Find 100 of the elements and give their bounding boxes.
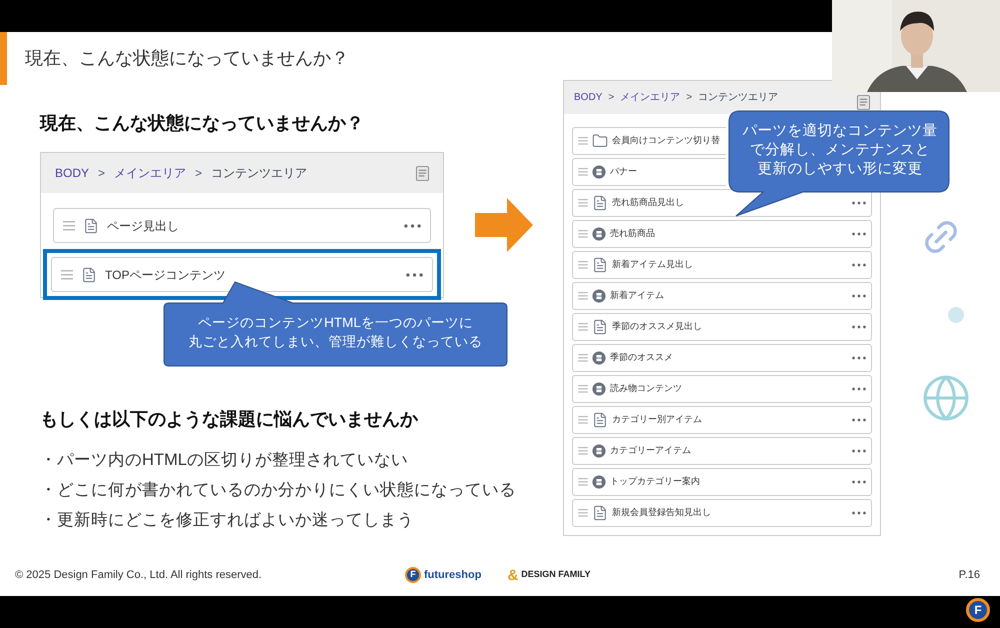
drag-handle-icon[interactable] [578,508,588,517]
brand-badge[interactable]: F [966,598,990,622]
breadcrumb-link[interactable]: メインエリア [620,90,680,105]
part-label: カテゴリーアイテム [610,444,691,457]
part-label: TOPページコンテンツ [105,266,226,284]
part-row[interactable]: 新着アイテム [572,282,872,310]
more-icon[interactable] [852,418,866,422]
part-label: 売れ筋商品 [610,227,655,240]
breadcrumb-link[interactable]: BODY [574,90,602,105]
document-icon [592,412,608,428]
drag-handle-icon[interactable] [578,354,588,362]
drag-handle-icon[interactable] [578,198,588,207]
accent-bar [0,32,7,85]
part-label: 売れ筋商品見出し [612,196,684,209]
more-icon[interactable] [852,356,866,360]
more-icon[interactable] [852,232,866,236]
part-row[interactable]: カテゴリーアイテム [572,437,872,464]
drag-handle-icon[interactable] [578,260,588,269]
module-icon [592,288,606,303]
document-icon [83,218,99,234]
more-icon[interactable] [404,224,421,228]
module-icon [592,474,606,489]
breadcrumb-link[interactable]: BODY [55,164,90,182]
more-icon[interactable] [852,262,866,267]
drag-handle-icon[interactable] [578,478,588,486]
drag-handle-icon[interactable] [578,168,588,176]
document-icon [592,194,608,211]
more-icon[interactable] [852,448,866,453]
more-icon[interactable] [852,510,866,515]
part-row[interactable]: 会員向けコンテンツ切り替 [572,127,726,154]
part-row[interactable]: 売れ筋商品 [572,220,872,248]
more-icon[interactable] [852,480,866,484]
bullet-text: ・パーツ内のHTMLの区切りが整理されていない [40,450,409,471]
more-icon[interactable] [852,200,866,205]
callout-text: パーツを適切なコンテンツ量 で分解し、メンテナンスと 更新のしやすい形に変更 [742,122,938,179]
breadcrumb-separator: > [608,91,614,105]
part-row[interactable]: トップカテゴリー案内 [572,468,872,496]
drag-handle-icon[interactable] [61,270,73,280]
dot-icon [948,307,964,323]
more-icon[interactable] [852,294,866,298]
drag-handle-icon[interactable] [63,220,75,230]
module-icon [592,382,606,396]
arrow-icon [475,198,533,252]
drag-handle-icon[interactable] [578,416,588,424]
copyright-text: © 2025 Design Family Co., Ltd. All rights reserved. [15,568,263,583]
folder-icon [592,132,608,149]
part-label: カテゴリー別アイテム [612,413,702,426]
breadcrumb-separator: > [195,165,202,182]
part-label: 読み物コンテンツ [610,382,682,395]
drag-handle-icon[interactable] [578,446,588,455]
section-heading: 現在、こんな状態になっていませんか？ [40,112,365,135]
part-label: 会員向けコンテンツ切り替 [612,134,720,147]
drag-handle-icon[interactable] [578,292,588,300]
breadcrumb-separator: > [98,165,106,182]
note-icon[interactable] [416,166,429,180]
brand-logo: F futureshop [405,566,482,584]
breadcrumb-link[interactable]: メインエリア [114,164,186,182]
note-icon[interactable] [857,95,870,110]
module-icon [592,226,606,241]
page-number: P.16 [958,568,980,583]
part-label: ページ見出し [107,218,180,234]
part-label: 季節のオススメ [610,351,673,364]
module-icon [592,350,606,365]
part-label: 新規会員登録告知見出し [612,506,711,519]
module-icon [592,444,606,458]
globe-icon [921,373,971,423]
more-icon[interactable] [852,324,866,329]
part-label: 新着アイテム [610,289,664,302]
part-label: トップカテゴリー案内 [610,475,700,488]
bullet-text: ・どこに何が書かれているのか分かりにくい状態になっている [40,480,517,501]
breadcrumb-separator: > [686,91,692,105]
document-icon [592,504,608,521]
module-icon [592,164,606,179]
slide-title: 現在、こんな状態になっていませんか？ [25,47,349,70]
breadcrumb-current: コンテンツエリア [211,165,308,182]
drag-handle-icon[interactable] [578,384,588,393]
document-icon [81,266,97,282]
part-row[interactable]: 読み物コンテンツ [572,375,872,402]
part-label: 季節のオススメ見出し [612,320,702,333]
breadcrumb-current: コンテンツエリア [698,91,778,105]
section-heading: もしくは以下のような課題に悩んでいませんか [40,408,419,431]
document-icon [592,318,608,335]
document-icon [592,256,608,273]
bullet-text: ・更新時にどこを修正すればよいか迷ってしまう [40,510,415,531]
part-label: 新着アイテム見出し [612,258,693,271]
part-row[interactable]: バナー [572,158,726,186]
more-icon[interactable] [406,272,423,276]
drag-handle-icon[interactable] [578,136,588,145]
part-row[interactable]: ページ見出し [53,208,431,243]
callout-text: ページのコンテンツHTMLを一つのパーツに 丸ごと入れてしまい、管理が難しくなっている [188,314,484,351]
drag-handle-icon[interactable] [578,230,588,238]
part-row[interactable]: 季節のオススメ見出し [572,313,872,340]
part-row[interactable]: 季節のオススメ [572,344,872,372]
part-row[interactable]: 新着アイテム見出し [572,251,872,278]
part-row[interactable]: カテゴリー別アイテム [572,406,872,434]
drag-handle-icon[interactable] [578,322,588,331]
more-icon[interactable] [852,386,866,391]
part-label: バナー [610,165,637,178]
part-row[interactable]: TOPページコンテンツ [51,257,433,292]
part-row[interactable]: 新規会員登録告知見出し [572,499,872,526]
